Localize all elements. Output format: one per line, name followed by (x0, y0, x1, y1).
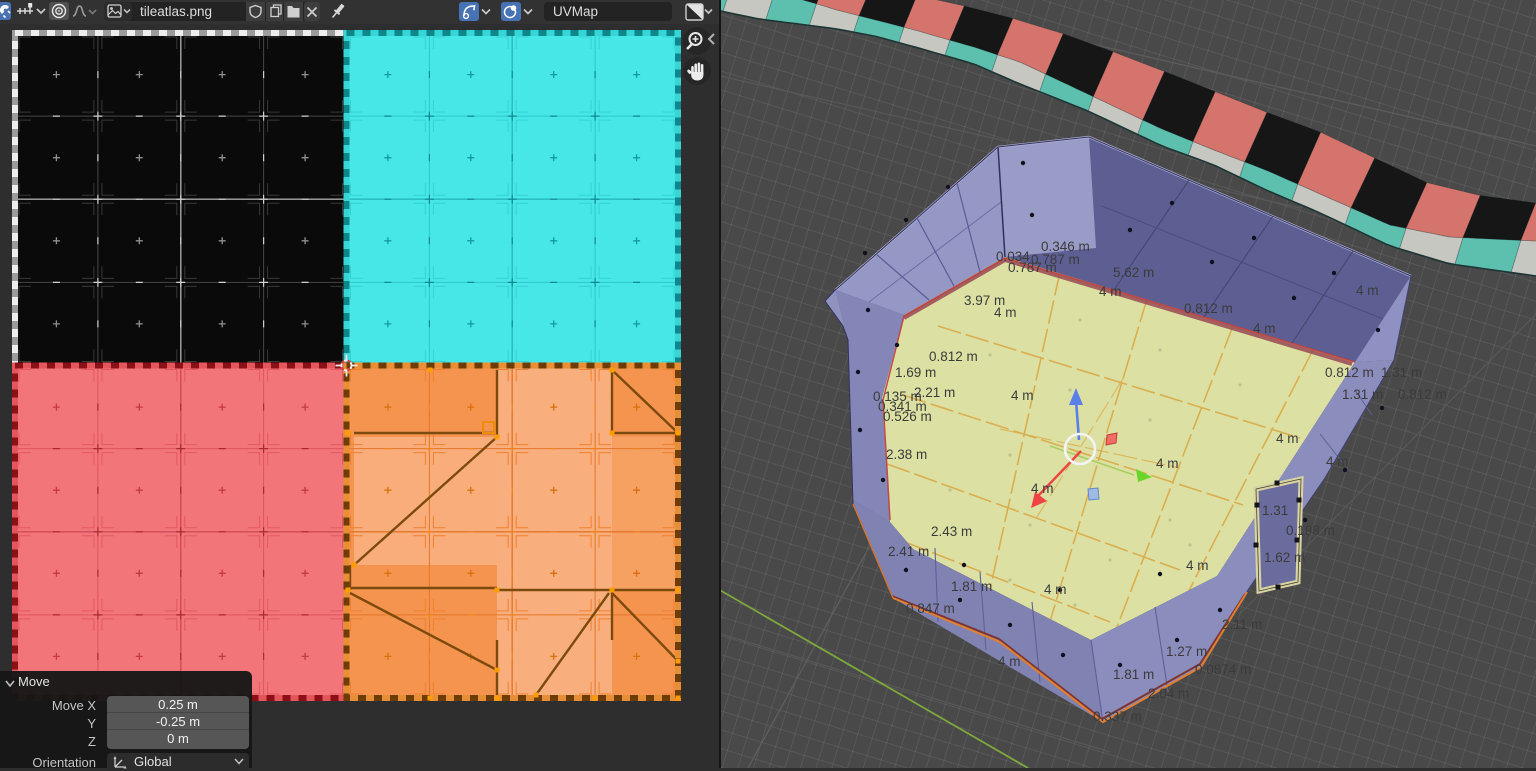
svg-text:1.62 m: 1.62 m (1264, 550, 1305, 565)
svg-text:0.812 m: 0.812 m (1398, 387, 1447, 402)
svg-text:4 m: 4 m (1253, 321, 1276, 336)
svg-text:2.04 m: 2.04 m (1148, 686, 1189, 701)
svg-text:4 m: 4 m (1156, 456, 1179, 471)
svg-text:0.526 m: 0.526 m (883, 409, 932, 424)
svg-text:1.81 m: 1.81 m (951, 579, 992, 594)
svg-text:1.31 m: 1.31 m (1381, 365, 1422, 380)
svg-text:1.69 m: 1.69 m (895, 365, 936, 380)
svg-text:0.812 m: 0.812 m (1325, 365, 1374, 380)
svg-text:1.31: 1.31 (1262, 503, 1288, 518)
svg-text:4 m: 4 m (1031, 481, 1054, 496)
svg-text:1.31 m: 1.31 m (1342, 387, 1383, 402)
svg-text:0.812 m: 0.812 m (929, 349, 978, 364)
svg-text:4 m: 4 m (998, 654, 1021, 669)
svg-text:4 m: 4 m (1099, 284, 1122, 299)
svg-text:2.38 m: 2.38 m (886, 447, 927, 462)
svg-text:5.62 m: 5.62 m (1113, 265, 1154, 280)
svg-text:2.11 m: 2.11 m (1222, 617, 1262, 632)
svg-text:0.337 m: 0.337 m (1093, 709, 1142, 724)
svg-text:4 m: 4 m (1326, 454, 1349, 469)
svg-text:0.188 m: 0.188 m (1286, 523, 1335, 538)
svg-text:0.847 m: 0.847 m (906, 601, 955, 616)
svg-text:4 m: 4 m (1186, 558, 1209, 573)
svg-text:4 m: 4 m (1356, 283, 1379, 298)
svg-text:0.787 m: 0.787 m (1008, 260, 1057, 275)
svg-text:2.41 m: 2.41 m (888, 544, 929, 559)
svg-text:1.81 m: 1.81 m (1113, 667, 1154, 682)
svg-text:4 m: 4 m (1276, 431, 1299, 446)
svg-text:1.27 m: 1.27 m (1166, 644, 1207, 659)
svg-text:0.812 m: 0.812 m (1184, 301, 1233, 316)
svg-text:2.43 m: 2.43 m (931, 524, 972, 539)
svg-text:4 m: 4 m (1044, 582, 1067, 597)
svg-text:4 m: 4 m (994, 305, 1017, 320)
svg-text:4 m: 4 m (1011, 388, 1034, 403)
svg-text:0.0874 m: 0.0874 m (1195, 662, 1251, 677)
